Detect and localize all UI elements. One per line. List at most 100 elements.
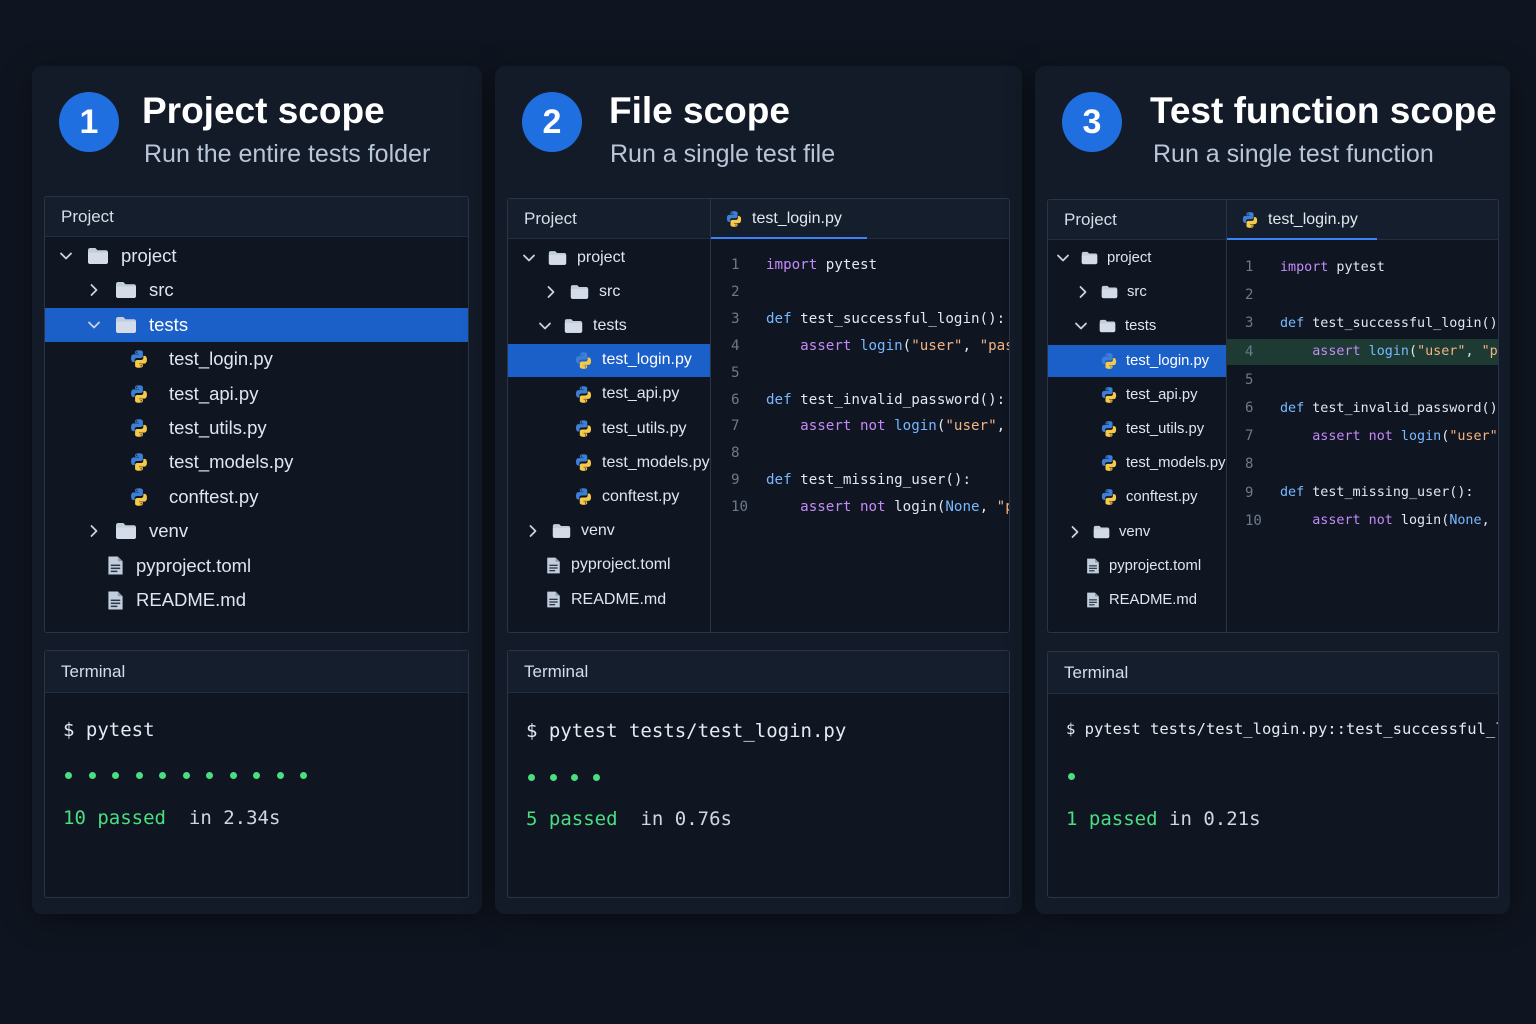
code-token: assert — [1280, 344, 1361, 360]
ide-panel: Project project src tests test_login.py test… — [1047, 199, 1499, 633]
code-line: 6 def test_invalid_password(): — [711, 387, 1009, 413]
chevron-down-icon[interactable] — [87, 318, 101, 332]
code-token: pytest — [1328, 259, 1385, 275]
terminal-command: $ pytest — [63, 719, 155, 741]
terminal-panel: Terminal $ pytest tests/test_login.py::t… — [1047, 651, 1499, 898]
tree-item-test-api-py[interactable]: test_api.py — [45, 377, 468, 411]
tree-item-readme-md[interactable]: README.md — [1048, 584, 1226, 616]
tab-test-login[interactable]: test_login.py — [1227, 200, 1358, 240]
tree-item-pyproject-toml[interactable]: pyproject.toml — [45, 549, 468, 583]
tree-item-venv[interactable]: venv — [45, 514, 468, 548]
python-file-icon — [1241, 211, 1259, 229]
chevron-right-icon[interactable] — [544, 285, 558, 299]
tree-item-label: test_utils.py — [1126, 421, 1205, 437]
pass-dot — [182, 772, 190, 779]
code-token: , — [1465, 344, 1482, 360]
editor-tabbar: test_login.py — [1227, 200, 1498, 240]
line-number: 5 — [731, 364, 740, 381]
column-project-scope: 1 Project scope Run the entire tests fol… — [32, 66, 482, 914]
tree-item-project[interactable]: project — [45, 239, 468, 273]
chevron-right-icon[interactable] — [87, 283, 101, 297]
code-token: login( — [885, 499, 946, 516]
tree-item-test-models-py[interactable]: test_models.py — [508, 446, 710, 479]
chevron-right-icon[interactable] — [87, 524, 101, 538]
tree-item-test-login-py[interactable]: test_login.py — [508, 343, 710, 377]
chevron-down-icon[interactable] — [1074, 319, 1088, 333]
tree-item-test-login-py[interactable]: test_login.py — [1048, 344, 1226, 377]
code-token: ( — [902, 337, 912, 354]
chevron-down-icon[interactable] — [522, 251, 536, 265]
progress-dots — [65, 772, 307, 779]
chevron-down-icon[interactable] — [538, 319, 552, 333]
chevron-right-icon[interactable] — [1076, 285, 1090, 299]
tree-item-project[interactable]: project — [1048, 242, 1226, 274]
tree-item-readme-md[interactable]: README.md — [45, 583, 468, 617]
column-title: Test function scope — [1150, 90, 1497, 131]
tree-item-venv[interactable]: venv — [1048, 516, 1226, 548]
code-line: 7 assert not login("user", "bad") — [1227, 423, 1498, 449]
code-line: 9 def test_missing_user(): — [711, 467, 1009, 493]
tree-item-test-api-py[interactable]: test_api.py — [508, 378, 710, 411]
column-title: Project scope — [142, 90, 385, 131]
code-token: "user" — [945, 418, 997, 435]
code-line: 4 assert login("user", "pass") — [1227, 338, 1498, 365]
chevron-right-icon[interactable] — [526, 524, 540, 538]
tree-item-test-utils-py[interactable]: test_utils.py — [1048, 413, 1226, 445]
tree-item-test-api-py[interactable]: test_api.py — [1048, 379, 1226, 411]
python-file-icon — [129, 487, 149, 507]
tree-item-pyproject-toml[interactable]: pyproject.toml — [1048, 550, 1226, 582]
tree-item-readme-md[interactable]: README.md — [508, 583, 710, 616]
tree-item-test-models-py[interactable]: test_models.py — [1048, 447, 1226, 479]
terminal-title: Terminal — [508, 651, 1009, 693]
code-line: 8 — [711, 440, 1009, 466]
folder-icon — [552, 523, 571, 539]
code-line: 4 assert login("user", "pass") — [711, 333, 1009, 359]
code-token: login — [885, 418, 937, 435]
column-file-scope: 2 File scope Run a single test file Proj… — [495, 66, 1022, 914]
tree-item-conftest-py[interactable]: conftest.py — [45, 480, 468, 514]
code-token: "pass" — [996, 499, 1009, 516]
tree-item-test-models-py[interactable]: test_models.py — [45, 445, 468, 479]
code-token: test_missing_user(): — [791, 472, 971, 489]
tree-item-tests[interactable]: tests — [1048, 310, 1226, 342]
tree-item-test-utils-py[interactable]: test_utils.py — [45, 411, 468, 445]
code-token: None — [1449, 513, 1482, 529]
chevron-down-icon[interactable] — [59, 249, 73, 263]
tree-item-label: test_login.py — [169, 348, 273, 370]
tree-item-label: tests — [1125, 318, 1157, 335]
tree-item-test-utils-py[interactable]: test_utils.py — [508, 412, 710, 445]
code-token: test_successful_login(): — [1304, 315, 1499, 331]
tree-item-label: test_api.py — [602, 385, 680, 403]
code-token: None — [945, 499, 980, 516]
tree-item-test-login-py[interactable]: test_login.py — [45, 342, 468, 376]
tree-item-conftest-py[interactable]: conftest.py — [1048, 481, 1226, 513]
tree-item-src[interactable]: src — [45, 273, 468, 307]
explorer-title: Project — [508, 199, 710, 239]
chevron-right-icon[interactable] — [1068, 525, 1082, 539]
column-header: 3 Test function scope Run a single test … — [1035, 66, 1510, 196]
tree-item-pyproject-toml[interactable]: pyproject.toml — [508, 549, 710, 582]
tree-item-tests[interactable]: tests — [45, 307, 468, 342]
pass-dot — [206, 772, 213, 779]
line-number: 1 — [731, 257, 740, 273]
code-editor[interactable]: 1 import pytest 2 3 def test_successful_logi… — [711, 239, 1009, 632]
tree-item-venv[interactable]: venv — [508, 515, 710, 548]
tree-item-label: src — [149, 279, 174, 301]
tree-item-tests[interactable]: tests — [508, 309, 710, 342]
chevron-down-icon[interactable] — [1056, 251, 1070, 265]
tree-item-src[interactable]: src — [1048, 276, 1226, 308]
python-file-icon — [574, 419, 593, 438]
tree-item-label: test_api.py — [169, 382, 259, 404]
document-icon — [1086, 557, 1100, 575]
column-test-function-scope: 3 Test function scope Run a single test … — [1035, 66, 1510, 914]
tree-item-conftest-py[interactable]: conftest.py — [508, 480, 710, 513]
tree-item-project[interactable]: project — [508, 241, 710, 274]
run-time: in 2.34s — [188, 807, 281, 829]
code-token: login — [851, 337, 903, 354]
code-editor[interactable]: 1 import pytest 2 3 def test_successful_logi… — [1227, 240, 1498, 632]
tab-test-login[interactable]: test_login.py — [711, 199, 842, 239]
tree-item-src[interactable]: src — [508, 275, 710, 308]
line-number: 7 — [1245, 428, 1254, 445]
line-number: 5 — [1245, 371, 1254, 388]
tree-item-label: tests — [149, 313, 189, 335]
